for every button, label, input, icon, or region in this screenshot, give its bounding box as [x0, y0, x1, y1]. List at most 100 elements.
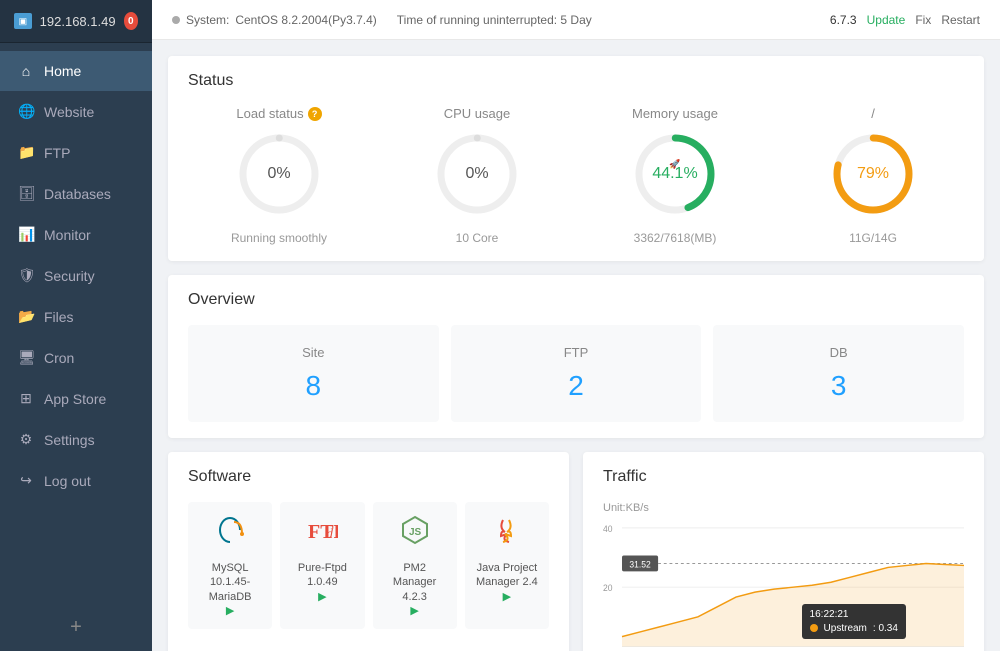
- version-label: 6.7.3: [830, 13, 857, 27]
- ftpd-name: Pure-Ftpd 1.0.49: [288, 561, 356, 590]
- tooltip-upstream-value: : 0.34: [873, 623, 898, 634]
- memory-value: 44.1%: [652, 165, 697, 183]
- cpu-sublabel: 10 Core: [456, 231, 499, 245]
- sidebar-header: ▣ 192.168.1.49 0: [0, 0, 152, 43]
- sidebar-label-monitor: Monitor: [44, 227, 91, 243]
- sidebar-item-security[interactable]: 🛡 Security: [0, 255, 152, 296]
- bottom-row: Software MySQL 10.1.45-MariaDB: [168, 452, 984, 651]
- system-value: CentOS 8.2.2004(Py3.7.4): [235, 13, 376, 27]
- sidebar-label-logout: Log out: [44, 473, 91, 489]
- files-icon: 📂: [18, 308, 34, 325]
- sidebar-item-website[interactable]: 🌐 Website: [0, 91, 152, 132]
- ftp-icon: 📁: [18, 144, 34, 161]
- db-label: DB: [733, 345, 944, 360]
- status-item-memory: Memory usage 🚀 44.1% 3362/7618(MB): [584, 106, 766, 245]
- sidebar-label-ftp: FTP: [44, 145, 70, 161]
- traffic-unit: Unit:KB/s: [603, 502, 964, 514]
- pm2-name: PM2 Manager 4.2.3: [381, 561, 449, 604]
- svg-text:20: 20: [603, 583, 613, 593]
- software-title: Software: [188, 468, 549, 486]
- pm2-arrow: ▶: [410, 605, 418, 617]
- chart-area: 40 20 31.52: [603, 518, 964, 647]
- fix-button[interactable]: Fix: [915, 13, 931, 27]
- java-name: Java Project Manager 2.4: [473, 561, 541, 590]
- memory-sublabel: 3362/7618(MB): [634, 231, 717, 245]
- cron-icon: 🖥: [18, 349, 34, 366]
- cpu-value: 0%: [465, 165, 488, 183]
- traffic-title: Traffic: [603, 468, 964, 486]
- sidebar-label-home: Home: [44, 63, 81, 79]
- software-card: Software MySQL 10.1.45-MariaDB: [168, 452, 569, 651]
- sidebar-item-home[interactable]: ⌂ Home: [0, 51, 152, 91]
- overview-db: DB 3: [713, 325, 964, 422]
- svg-text:31.52: 31.52: [629, 559, 651, 569]
- uptime-label: Time of running uninterrupted: 5 Day: [397, 13, 592, 27]
- status-item-disk: / 79% 11G/14G: [782, 106, 964, 245]
- software-pm2[interactable]: JS PM2 Manager 4.2.3 ▶: [373, 502, 457, 629]
- sidebar-item-settings[interactable]: ⚙ Settings: [0, 419, 152, 460]
- status-grid: Load status ? 0% Running smoothly: [188, 106, 964, 245]
- memory-usage-label: Memory usage: [632, 106, 718, 121]
- disk-gauge: 79%: [828, 129, 918, 219]
- restart-button[interactable]: Restart: [941, 13, 980, 27]
- mysql-name: MySQL 10.1.45-MariaDB: [196, 561, 264, 604]
- overview-title: Overview: [188, 291, 964, 309]
- home-icon: ⌂: [18, 63, 34, 79]
- tooltip-time: 16:22:21: [810, 609, 898, 620]
- ftp-label: FTP: [471, 345, 682, 360]
- question-icon: ?: [308, 107, 322, 121]
- db-value: 3: [733, 370, 944, 402]
- status-title: Status: [188, 72, 964, 90]
- sidebar-label-cron: Cron: [44, 350, 74, 366]
- cpu-usage-label: CPU usage: [444, 106, 510, 121]
- database-icon: 🗄: [18, 185, 34, 202]
- software-grid: MySQL 10.1.45-MariaDB ▶ FTP d Pure-Ftpd …: [188, 502, 549, 629]
- ftpd-icon: FTP d: [288, 514, 356, 553]
- notification-badge: 0: [124, 12, 138, 30]
- monitor-icon: ▣: [14, 13, 32, 29]
- sidebar: ▣ 192.168.1.49 0 ⌂ Home 🌐 Website 📁 FTP …: [0, 0, 152, 651]
- mysql-arrow: ▶: [226, 605, 234, 617]
- svg-text:40: 40: [603, 524, 613, 534]
- sidebar-item-appstore[interactable]: ⊞ App Store: [0, 378, 152, 419]
- overview-ftp: FTP 2: [451, 325, 702, 422]
- tooltip-dot: [810, 624, 818, 632]
- server-ip: 192.168.1.49: [40, 14, 116, 29]
- settings-icon: ⚙: [18, 431, 34, 448]
- content-area: Status Load status ? 0% Runn: [152, 40, 1000, 651]
- cpu-gauge: 0%: [432, 129, 522, 219]
- sidebar-item-ftp[interactable]: 📁 FTP: [0, 132, 152, 173]
- svg-text:JS: JS: [409, 527, 422, 538]
- overview-card: Overview Site 8 FTP 2 DB 3: [168, 275, 984, 438]
- load-value: 0%: [267, 165, 290, 183]
- update-button[interactable]: Update: [867, 13, 906, 27]
- sidebar-nav: ⌂ Home 🌐 Website 📁 FTP 🗄 Databases 📊 Mon…: [0, 43, 152, 604]
- sidebar-label-settings: Settings: [44, 432, 95, 448]
- software-ftpd[interactable]: FTP d Pure-Ftpd 1.0.49 ▶: [280, 502, 364, 629]
- sidebar-item-files[interactable]: 📂 Files: [0, 296, 152, 337]
- sidebar-item-logout[interactable]: ↪ Log out: [0, 460, 152, 501]
- software-mysql[interactable]: MySQL 10.1.45-MariaDB ▶: [188, 502, 272, 629]
- software-java[interactable]: Java Project Manager 2.4 ▶: [465, 502, 549, 629]
- sidebar-label-databases: Databases: [44, 186, 111, 202]
- status-dot: [172, 16, 180, 24]
- ftpd-arrow: ▶: [318, 591, 326, 603]
- load-gauge: 0%: [234, 129, 324, 219]
- ftp-value: 2: [471, 370, 682, 402]
- tooltip-upstream-label: Upstream: [824, 623, 867, 634]
- disk-value: 79%: [857, 165, 889, 183]
- sidebar-item-cron[interactable]: 🖥 Cron: [0, 337, 152, 378]
- main-content: System: CentOS 8.2.2004(Py3.7.4) Time of…: [152, 0, 1000, 651]
- sidebar-label-security: Security: [44, 268, 95, 284]
- overview-grid: Site 8 FTP 2 DB 3: [188, 325, 964, 422]
- sidebar-item-monitor[interactable]: 📊 Monitor: [0, 214, 152, 255]
- java-icon: [473, 514, 541, 553]
- sidebar-item-databases[interactable]: 🗄 Databases: [0, 173, 152, 214]
- disk-sublabel: 11G/14G: [849, 231, 897, 245]
- memory-gauge: 🚀 44.1%: [630, 129, 720, 219]
- add-button[interactable]: +: [0, 604, 152, 651]
- topbar-actions: 6.7.3 Update Fix Restart: [830, 13, 980, 27]
- site-label: Site: [208, 345, 419, 360]
- sidebar-label-appstore: App Store: [44, 391, 106, 407]
- site-value: 8: [208, 370, 419, 402]
